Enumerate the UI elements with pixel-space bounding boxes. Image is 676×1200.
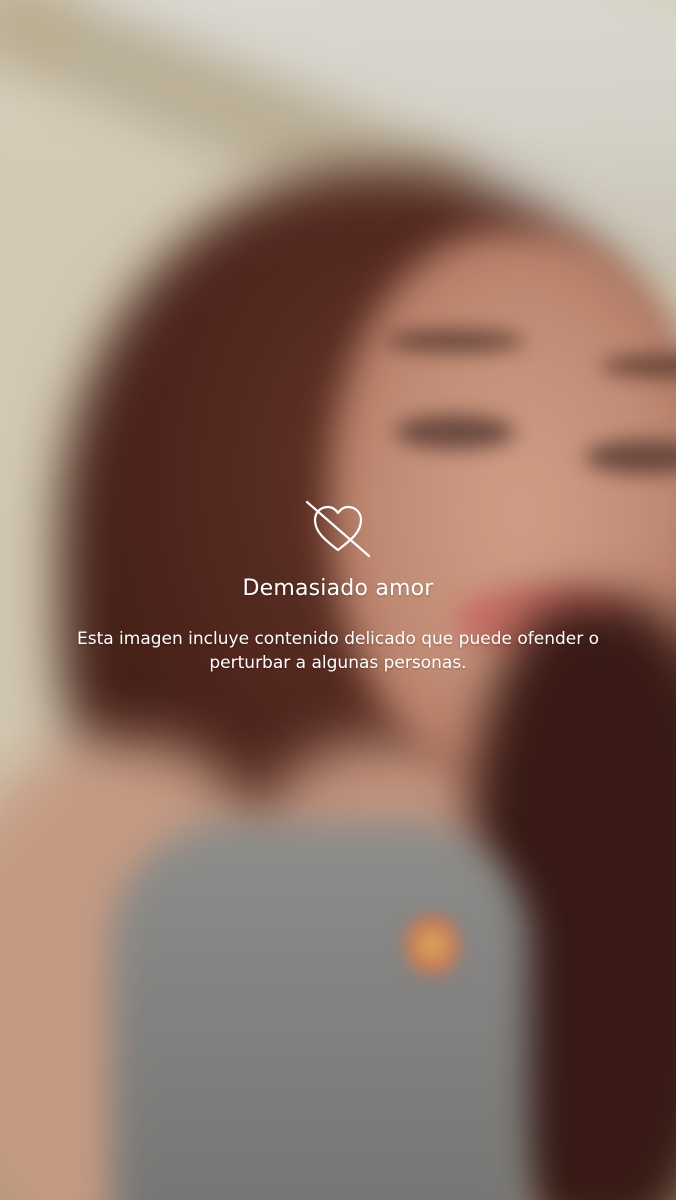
- sensitive-content-overlay: Demasiado amor Esta imagen incluye conte…: [0, 498, 676, 675]
- overlay-message: Esta imagen incluye contenido delicado q…: [76, 629, 600, 673]
- crossed-heart-icon: [303, 498, 373, 558]
- overlay-title: Demasiado amor: [242, 576, 434, 601]
- sensitive-content-screen[interactable]: Demasiado amor Esta imagen incluye conte…: [0, 0, 676, 1200]
